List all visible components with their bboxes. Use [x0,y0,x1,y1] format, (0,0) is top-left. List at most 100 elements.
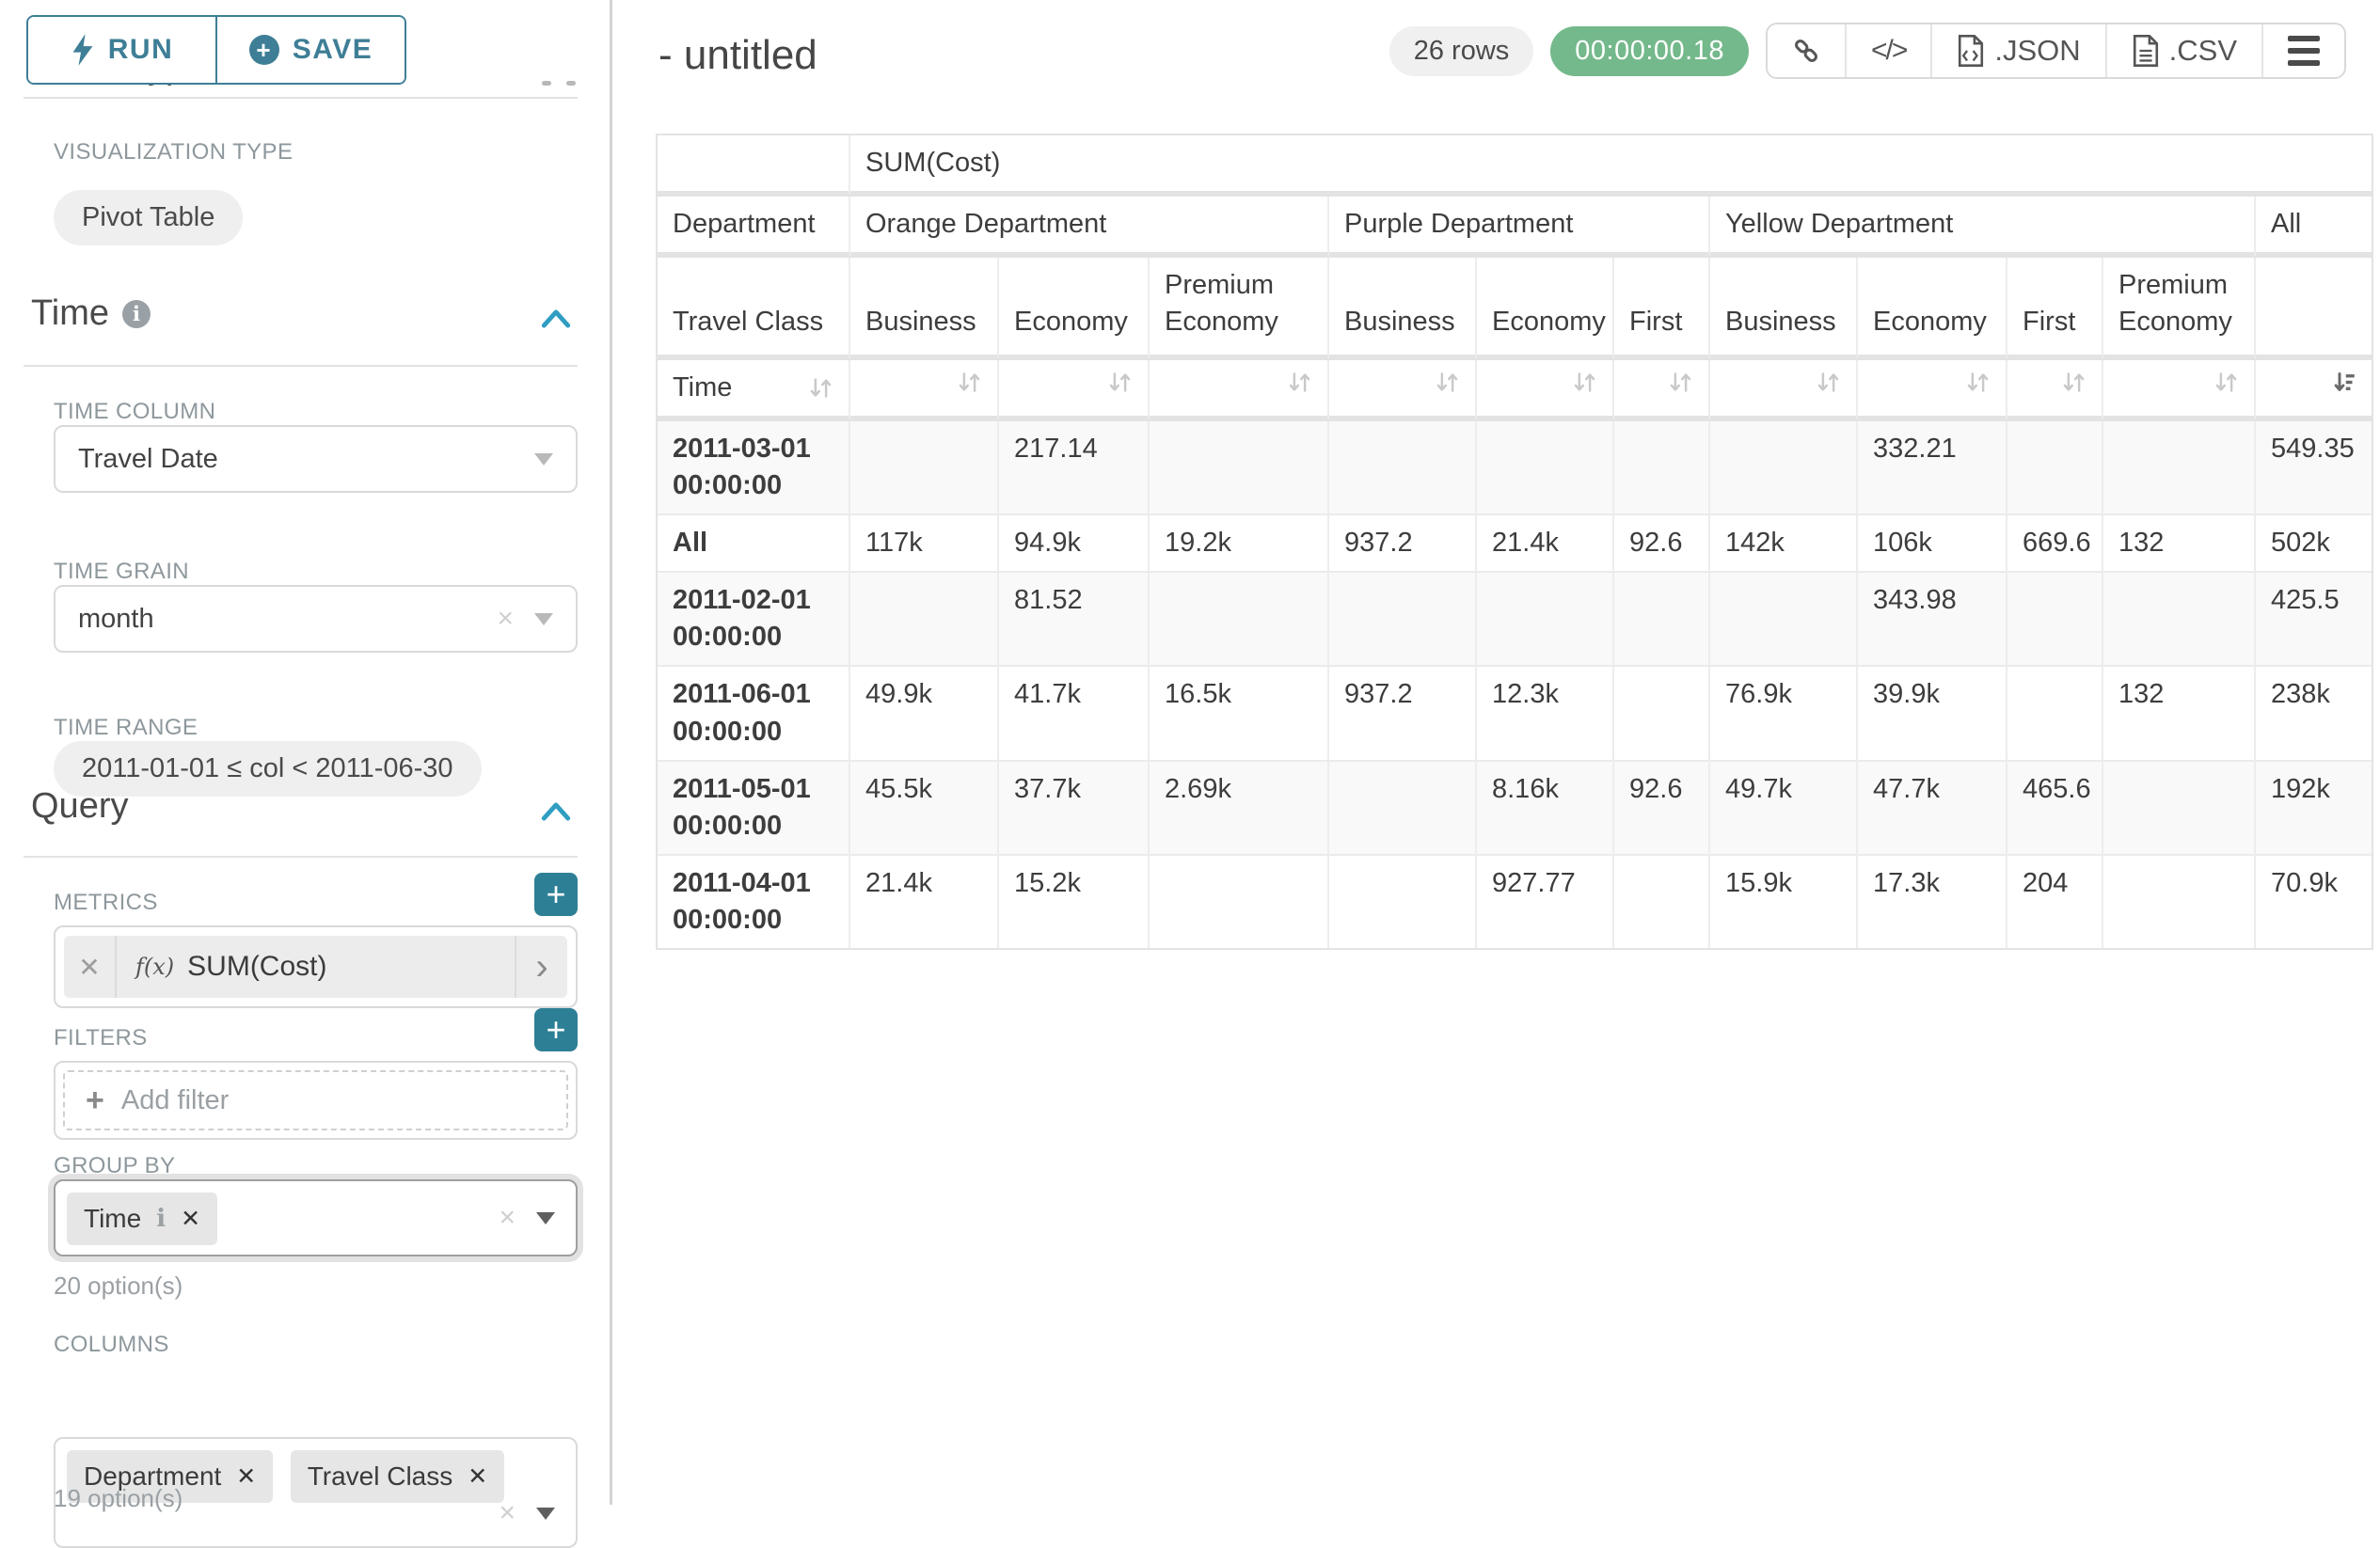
section-collapse-dots-icon[interactable] [542,81,576,86]
section-divider [24,365,578,367]
run-query-button[interactable]: RUN [28,17,215,83]
pivot-value-cell: 81.52 [999,573,1150,667]
clear-icon[interactable]: × [499,1497,516,1529]
menu-button[interactable] [2261,24,2344,77]
info-icon: i [122,300,151,328]
query-duration-badge: 00:00:00.18 [1550,26,1749,76]
pivot-row-label: All [658,515,850,573]
pivot-row-label: 2011-03-01 00:00:00 [658,421,850,515]
sort-icon [1668,370,1693,395]
sort-toggle-cell[interactable] [2007,360,2103,421]
group-by-select[interactable]: Time i ✕ × [54,1179,578,1256]
pivot-value-cell: 132 [2103,515,2256,573]
pivot-value-cell [1710,573,1858,667]
export-json-button[interactable]: .JSON [1930,24,2104,77]
row-dimension-label: Time [673,370,732,406]
pivot-value-cell: 92.6 [1614,515,1710,573]
columns-option-count: 19 option(s) [54,1484,182,1513]
query-section-heading: Query [31,786,128,827]
sort-toggle-cell[interactable] [850,360,999,421]
pivot-corner-cell [658,135,850,197]
pivot-value-cell: 192k [2256,762,2372,856]
clear-icon[interactable]: × [499,1202,516,1234]
collapse-time-section-chevron-icon[interactable] [540,307,572,336]
time-grain-select[interactable]: month × [54,585,578,653]
remove-tag-icon[interactable]: ✕ [236,1462,256,1491]
tag-info-icon: i [156,1205,166,1233]
sort-toggle-cell[interactable] [1858,360,2007,421]
column-header: Business [1329,258,1477,359]
chevron-down-icon [534,613,553,625]
export-button-group: </> .JSON .CSV [1766,23,2346,79]
chevron-down-icon [536,1508,555,1520]
add-metric-button[interactable]: + [534,873,578,916]
pivot-value-cell: 19.2k [1150,515,1329,573]
pivot-value-cell: 21.4k [850,856,999,948]
sort-toggle-cell[interactable] [999,360,1150,421]
collapse-query-section-chevron-icon[interactable] [540,799,572,829]
pivot-value-cell [850,421,999,515]
remove-tag-icon[interactable]: ✕ [181,1205,200,1233]
view-query-button[interactable]: </> [1845,24,1930,77]
chevron-down-icon [534,453,553,466]
sort-icon [1435,370,1460,395]
pivot-value-cell: 94.9k [999,515,1150,573]
chart-title[interactable]: - untitled [658,32,817,79]
sort-icon [957,370,982,395]
pivot-value-cell [1329,421,1477,515]
pivot-value-cell: 17.3k [1858,856,2007,948]
export-csv-label: .CSV [2169,34,2237,68]
pivot-value-cell: 45.5k [850,762,999,856]
visualization-type-value[interactable]: Pivot Table [54,190,243,245]
pivot-value-cell: 549.35 [2256,421,2372,515]
sort-toggle-cell[interactable] [1710,360,1858,421]
columns-label: COLUMNS [54,1332,169,1358]
sort-icon [808,375,833,401]
pivot-value-cell [1150,421,1329,515]
add-filter-button[interactable]: + Add filter [63,1070,568,1130]
column-group-header: Yellow Department [1710,197,2256,258]
pivot-value-cell: 49.9k [850,667,999,761]
pivot-value-cell: 37.7k [999,762,1150,856]
add-filter-label: Add filter [121,1085,229,1116]
column-header: Business [850,258,999,359]
pivot-value-cell: 465.6 [2007,762,2103,856]
pivot-value-cell: 15.9k [1710,856,1858,948]
clear-icon[interactable]: × [497,603,514,635]
column-header: Economy [1477,258,1614,359]
remove-tag-icon[interactable]: ✕ [468,1462,487,1491]
link-icon [1792,37,1820,65]
column-header [2256,258,2372,359]
sort-toggle-cell[interactable] [2103,360,2256,421]
sort-toggle-cell[interactable] [1329,360,1477,421]
json-file-icon [1957,35,1985,67]
metric-pill[interactable]: ✕ f(x) SUM(Cost) › [64,936,567,998]
pivot-value-cell [1614,573,1710,667]
pivot-value-cell: 238k [2256,667,2372,761]
sort-toggle-cell[interactable] [2256,360,2372,421]
sort-toggle-cell[interactable] [1150,360,1329,421]
sort-icon [1816,370,1841,395]
expand-metric-chevron-icon[interactable]: › [515,936,567,998]
time-column-select[interactable]: Travel Date [54,425,578,493]
filters-label: FILTERS [54,1025,148,1051]
column-header: First [2007,258,2103,359]
pivot-value-cell [1150,573,1329,667]
sort-toggle-cell[interactable] [1614,360,1710,421]
pivot-row-label: 2011-02-01 00:00:00 [658,573,850,667]
pivot-value-cell [1614,667,1710,761]
row-dimension-sort-cell[interactable]: Time [658,360,850,421]
column-header: Business [1710,258,1858,359]
pivot-value-cell [2103,856,2256,948]
group-by-option-count: 20 option(s) [54,1272,182,1301]
save-chart-button[interactable]: + SAVE [215,17,405,83]
export-csv-button[interactable]: .CSV [2105,24,2261,77]
share-link-button[interactable] [1768,24,1845,77]
time-column-label: TIME COLUMN [54,399,215,425]
group-by-tag-label: Time [84,1204,141,1234]
sort-toggle-cell[interactable] [1477,360,1614,421]
remove-metric-icon[interactable]: ✕ [64,936,117,998]
plus-circle-icon: + [249,35,279,65]
add-filter-plus-button[interactable]: + [534,1008,578,1051]
pivot-value-cell: 343.98 [1858,573,2007,667]
